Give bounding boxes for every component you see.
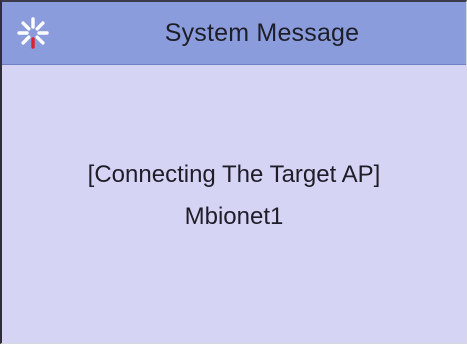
spinner-spoke <box>21 35 31 45</box>
status-message: [Connecting The Target AP] <box>87 161 381 188</box>
system-message-dialog: System Message [Connecting The Target AP… <box>0 0 467 344</box>
dialog-body: [Connecting The Target AP] Mbionet1 <box>2 65 466 343</box>
dialog-title: System Message <box>164 19 360 47</box>
loading-spinner-icon <box>17 17 49 49</box>
dialog-title-bar: System Message <box>2 2 466 65</box>
spinner-spoke <box>21 21 31 31</box>
spinner-spoke <box>35 21 45 31</box>
target-ap-name: Mbionet1 <box>184 203 284 230</box>
spinner-spoke <box>35 35 45 45</box>
